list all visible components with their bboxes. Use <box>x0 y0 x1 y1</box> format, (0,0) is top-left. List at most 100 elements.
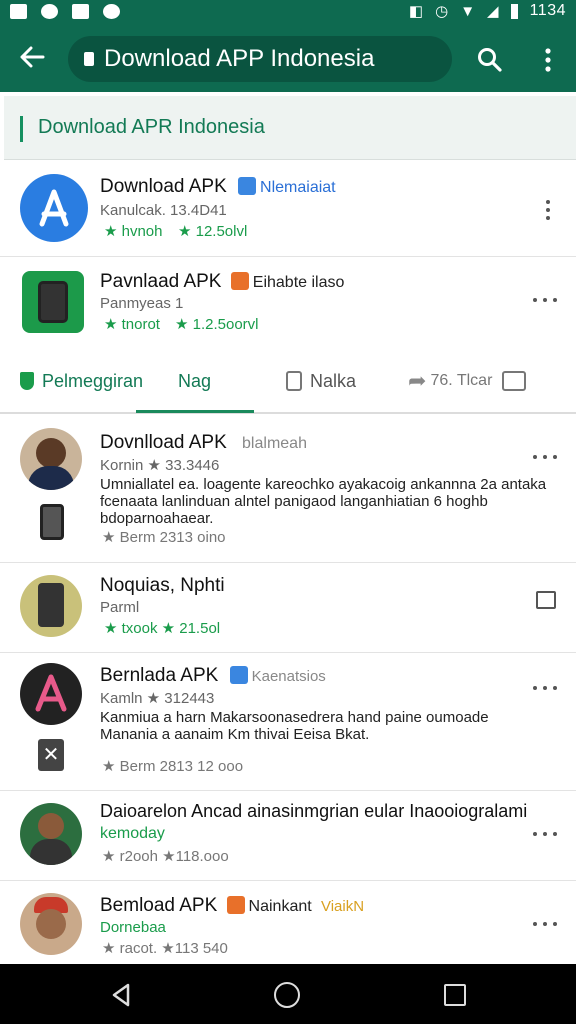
feed-tag: Kaenatsios <box>251 668 326 685</box>
url-bar[interactable]: Download APP Indonesia <box>68 36 452 82</box>
app-logo-avatar <box>20 663 82 725</box>
app-tag: Eihabte ilaso <box>252 274 345 291</box>
tab-label: Nag <box>178 370 212 391</box>
signal-icon: ◢ <box>487 3 499 20</box>
feed-item[interactable]: Dovnlload APK blalmeah Kornin ★ 33.3446 … <box>0 416 576 560</box>
phone-app-icon <box>22 271 84 333</box>
avatar <box>20 893 82 955</box>
feed-subtitle: kemoday <box>100 825 165 842</box>
tab-label: 76. Tlcar <box>430 372 493 389</box>
app-list-item[interactable]: Pavnlaad APK Eihabte ilaso Panmyeas 1 ★ … <box>0 257 576 349</box>
verified-badge-icon <box>229 666 248 684</box>
app-bar: Download APP Indonesia <box>0 22 576 92</box>
feed-meta: ★ txook ★ 21.5ol <box>104 620 221 637</box>
verified-label: ViaikN <box>320 898 365 915</box>
feed-meta: ★ r2ooh ★118.ooo <box>102 848 229 865</box>
app-store-icon <box>20 174 88 242</box>
feed-item[interactable]: ✕ Bernlada APK Kaenatsios Kamln ★ 312443… <box>0 653 576 789</box>
app-title: Download APK Nlemaiaiat <box>100 176 336 198</box>
more-options-icon[interactable] <box>545 200 551 220</box>
gallery-notification-icon <box>10 3 27 19</box>
verified-badge-icon <box>238 177 257 195</box>
overflow-menu-button[interactable] <box>530 42 566 78</box>
tab-label: Pelmeggiran <box>42 370 144 391</box>
feed-title: Noquias, Nphti <box>100 575 225 596</box>
bookmark-icon <box>286 371 302 391</box>
feed-title-text: Bemload APK <box>100 895 218 916</box>
tab-pelmeggiran[interactable]: Pelmeggiran <box>20 350 143 412</box>
app-bar-title: Download APP Indonesia <box>104 45 375 72</box>
feed-subtitle: Parml <box>100 599 140 616</box>
feed-description: Umniallatel ea. loagente kareochko ayaka… <box>100 476 547 527</box>
tab-bar: Pelmeggiran Nag Nalka ➦ 76. Tlcar <box>0 350 576 414</box>
feed-item[interactable]: Noquias, Nphti Parml ★ txook ★ 21.5ol <box>0 563 576 651</box>
feed-title: Bemload APK Nainkant ViaikN <box>100 895 364 917</box>
app-title: Pavnlaad APK Eihabte ilaso <box>100 271 344 293</box>
arrow-left-icon <box>20 46 45 68</box>
feed-item[interactable]: Daioarelon Ancad ainasinmgrian eular Ina… <box>0 791 576 879</box>
feed-tag: blalmeah <box>242 435 307 452</box>
more-vertical-icon <box>545 48 551 72</box>
feed-meta: ★ racot. ★113 540 <box>102 940 228 957</box>
nav-home-button[interactable] <box>274 982 300 1008</box>
search-button[interactable] <box>472 42 508 78</box>
avatar <box>20 428 82 490</box>
feed-subtitle: Dornebaa <box>100 919 166 936</box>
nav-back-button[interactable] <box>104 980 138 1010</box>
phone-icon <box>40 504 64 540</box>
app-subtitle: Panmyeas 1 <box>100 295 184 312</box>
battery-icon <box>510 3 518 19</box>
system-nav-bar <box>0 964 576 1024</box>
app-subtitle: Kanulcak. 13.4D41 <box>100 202 227 219</box>
app-stat-rating: ★ hvnoh <box>104 223 163 240</box>
status-bar: ◧ ◷ ▼ ◢ 1134 <box>0 0 576 22</box>
more-options-icon[interactable] <box>533 685 557 691</box>
app-title-text: Pavnlaad APK <box>100 271 222 292</box>
app-tag: Nlemaiaiat <box>260 179 336 196</box>
star-badge-icon <box>230 272 249 290</box>
media-notification-icon <box>72 3 89 19</box>
more-options-icon[interactable] <box>533 831 557 837</box>
back-button[interactable] <box>0 22 64 92</box>
wifi-icon: ▼ <box>460 2 476 20</box>
avatar <box>20 803 82 865</box>
feed-title-text: Bernlada APK <box>100 665 219 686</box>
app-notification-icon <box>41 3 58 19</box>
star-badge-icon <box>226 896 245 914</box>
nav-recents-button[interactable] <box>444 984 466 1006</box>
section-title: Download APR Indonesia <box>38 116 265 138</box>
feed-title: Daioarelon Ancad ainasinmgrian eular Ina… <box>100 801 528 821</box>
close-app-icon: ✕ <box>38 739 64 771</box>
tab-nag[interactable]: Nag <box>178 350 211 412</box>
feed-item[interactable]: Bemload APK Nainkant ViaikN Dornebaa ★ r… <box>0 881 576 963</box>
tab-label: Nalka <box>310 370 357 391</box>
app-stat-downloads: ★ 12.5olvl <box>178 223 248 240</box>
active-tab-indicator <box>136 410 254 413</box>
feed-subtitle: Kamln ★ 312443 <box>100 690 215 707</box>
feed-title: Dovnlload APK blalmeah <box>100 432 307 454</box>
feed-title-text: Dovnlload APK <box>100 432 227 453</box>
more-options-icon[interactable] <box>533 454 557 460</box>
sync-notification-icon <box>103 3 120 19</box>
tab-nalka[interactable]: Nalka <box>286 350 356 412</box>
tab-share[interactable]: ➦ 76. Tlcar <box>408 350 527 412</box>
section-accent-bar <box>20 116 23 142</box>
app-title-text: Download APK <box>100 176 227 197</box>
clock: 1134 <box>529 2 566 19</box>
section-header: Download APR Indonesia <box>4 96 576 160</box>
open-icon[interactable] <box>536 591 556 609</box>
nfc-icon: ◧ <box>408 3 424 20</box>
app-list-item[interactable]: Download APK Nlemaiaiat Kanulcak. 13.4D4… <box>0 160 576 256</box>
app-stat-downloads: ★ 1.2.5oorvl <box>175 316 259 333</box>
feed-description: Kanmiua a harn Makarsoonasedrera hand pa… <box>100 709 489 743</box>
search-icon <box>478 48 502 72</box>
feed-title: Bernlada APK Kaenatsios <box>100 665 326 687</box>
phone-app-avatar <box>20 575 82 637</box>
share-icon: ➦ <box>408 368 427 393</box>
more-options-icon[interactable] <box>533 921 557 927</box>
lock-icon <box>84 52 94 66</box>
app-stat-rating: ★ tnorot <box>104 316 160 333</box>
comment-icon <box>502 371 527 391</box>
more-options-icon[interactable] <box>533 297 557 303</box>
feed-meta: ★ Berm 2313 oino <box>102 529 226 546</box>
